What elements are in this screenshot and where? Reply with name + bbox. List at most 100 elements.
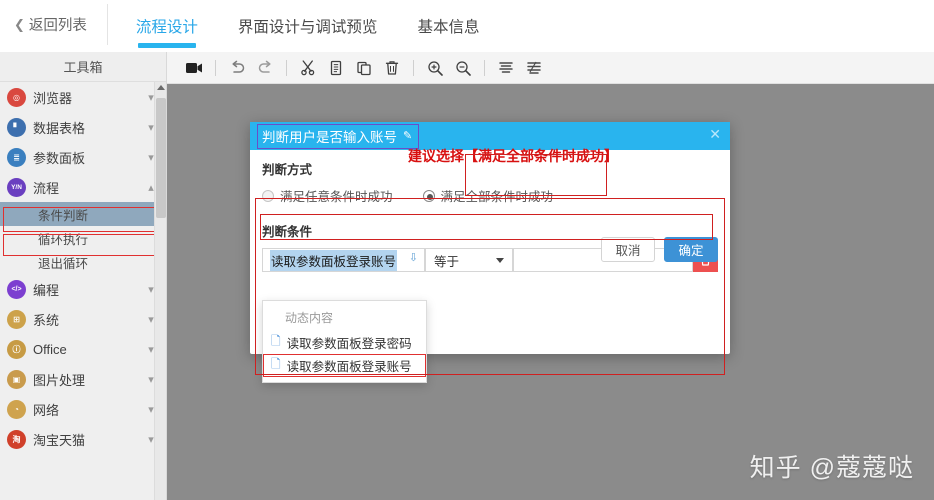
sidebar-item-system[interactable]: ⊞ 系统 ▾ <box>0 304 166 334</box>
sidebar-item-datatable[interactable]: ▘ 数据表格 ▾ <box>0 112 166 142</box>
paste-icon <box>357 61 371 75</box>
zoom-in-icon <box>427 60 443 76</box>
dropdown-item-login-account[interactable]: 🗋 读取参数面板登录账号 <box>263 354 426 377</box>
yes-no-icon: Y/N <box>7 177 26 197</box>
align-top-button[interactable] <box>493 56 519 80</box>
paste-button[interactable] <box>351 56 377 80</box>
confirm-button-label: 确定 <box>678 244 704 258</box>
annotation-text: 建议选择【满足全部条件时成功】 <box>408 149 618 165</box>
radio-any-condition-label: 满足任意条件时成功 <box>280 190 393 204</box>
dropdown-group-label: 动态内容 <box>285 311 334 325</box>
sidebar-scrollbar[interactable] <box>154 82 166 500</box>
sidebar-item-parampanel[interactable]: ≣ 参数面板 ▾ <box>0 142 166 172</box>
sidebar-item-image-processing[interactable]: ▣ 图片处理 ▾ <box>0 364 166 394</box>
sidebar-item-image-processing-label: 图片处理 <box>33 372 86 388</box>
scroll-up-arrow-icon[interactable] <box>157 85 165 90</box>
sidebar-item-programming-label: 编程 <box>33 282 60 298</box>
zoom-out-button[interactable] <box>450 56 476 80</box>
tab-basic-info[interactable]: 基本信息 <box>397 0 499 52</box>
condition-operator-value: 等于 <box>434 254 460 269</box>
canvas-toolbar <box>167 52 934 84</box>
radio-dot-icon <box>262 189 274 202</box>
tab-basic-info-label: 基本信息 <box>417 19 480 36</box>
sidebar-item-programming[interactable]: </> 编程 ▾ <box>0 274 166 304</box>
sidebar-item-flow-label: 流程 <box>33 180 60 196</box>
dropdown-item-login-password-label: 读取参数面板登录密码 <box>286 337 412 351</box>
image-icon: ▣ <box>7 369 26 389</box>
tab-flow-design[interactable]: 流程设计 <box>116 0 218 52</box>
mode-radio-group: 满足任意条件时成功 满足全部条件时成功 <box>262 186 718 205</box>
dropdown-item-login-password[interactable]: 🗋 读取参数面板登录密码 <box>263 331 426 354</box>
sidebar-item-exit-loop-label: 退出循环 <box>38 256 89 271</box>
chevron-left-icon: ❮ <box>14 16 25 32</box>
top-bar: ❮ 返回列表 流程设计 界面设计与调试预览 基本信息 <box>0 0 934 52</box>
sidebar-item-taobao-tmall[interactable]: 淘 淘宝天猫 ▾ <box>0 424 166 454</box>
radio-all-conditions[interactable]: 满足全部条件时成功 <box>422 186 554 205</box>
redo-icon <box>258 60 271 73</box>
panel-icon: ≣ <box>7 147 26 167</box>
sidebar-item-network[interactable]: ◔ 网络 ▾ <box>0 394 166 424</box>
undo-icon <box>231 60 244 73</box>
dialog-footer: 取消 确定 <box>601 237 718 262</box>
align-layer-button[interactable] <box>521 56 547 80</box>
toolbox-title: 工具箱 <box>0 52 166 82</box>
sidebar-item-datatable-label: 数据表格 <box>33 120 86 136</box>
office-icon: ⓘ <box>7 339 26 359</box>
cut-button[interactable] <box>295 56 321 80</box>
radio-dot-icon <box>422 189 435 202</box>
chevron-down-icon[interactable] <box>496 258 504 263</box>
sidebar-item-system-label: 系统 <box>33 312 60 328</box>
sidebar-item-loop-execute-label: 循环执行 <box>38 232 89 247</box>
tab-ui-design-preview[interactable]: 界面设计与调试预览 <box>218 0 398 52</box>
radio-any-condition[interactable]: 满足任意条件时成功 <box>262 186 393 205</box>
sidebar-item-browser[interactable]: ◎ 浏览器 ▾ <box>0 82 166 112</box>
taobao-icon: 淘 <box>7 429 26 449</box>
sidebar-item-condition-judge-label: 条件判断 <box>38 208 89 223</box>
sidebar-item-flow[interactable]: Y/N 流程 ▴ <box>0 172 166 202</box>
dropdown-item-login-account-label: 读取参数面板登录账号 <box>286 360 412 374</box>
delete-button[interactable] <box>379 56 405 80</box>
variable-dropdown: 动态内容 🗋 读取参数面板登录密码 🗋 读取参数面板登录账号 <box>262 300 427 383</box>
network-icon: ◔ <box>7 399 26 419</box>
variable-icon: 🗋 <box>271 357 281 371</box>
back-to-list-label: 返回列表 <box>28 18 87 34</box>
sidebar-item-office[interactable]: ⓘ Office ▾ <box>0 334 166 364</box>
sidebar-item-loop-execute[interactable]: 循环执行 <box>0 226 166 250</box>
chevron-double-down-icon[interactable]: ⇩ <box>409 253 418 264</box>
toolbar-separator <box>413 59 414 76</box>
sidebar-item-exit-loop[interactable]: 退出循环 <box>0 250 166 274</box>
edit-pencil-icon[interactable]: ✎ <box>403 129 412 142</box>
sidebar-item-taobao-tmall-label: 淘宝天猫 <box>33 432 86 448</box>
align-top-icon <box>499 61 513 73</box>
toolbar-separator <box>215 59 216 76</box>
record-button[interactable] <box>181 56 207 80</box>
chart-icon: ▘ <box>7 117 26 137</box>
cancel-button[interactable]: 取消 <box>601 237 655 262</box>
condition-operator-select[interactable]: 等于 <box>425 248 513 272</box>
flow-canvas-area: ▴ ☗ 判断用户是否输入账号 ✎ ✕ 判断方式 建议选择【满足全部条件时成功】 <box>167 52 934 500</box>
sidebar-item-condition-judge[interactable]: 条件判断 <box>0 202 166 226</box>
copy-button[interactable] <box>323 56 349 80</box>
scissors-icon <box>301 59 315 75</box>
radio-all-conditions-label: 满足全部条件时成功 <box>440 190 554 204</box>
toolbar-separator <box>286 59 287 76</box>
sidebar-item-office-label: Office <box>33 341 67 357</box>
compass-icon: ◎ <box>7 87 26 107</box>
sidebar-item-browser-label: 浏览器 <box>33 90 73 106</box>
dialog-title-group: 判断用户是否输入账号 ✎ <box>257 123 420 149</box>
redo-button[interactable] <box>252 56 278 80</box>
tab-ui-design-preview-label: 界面设计与调试预览 <box>237 19 378 36</box>
scrollbar-thumb[interactable] <box>156 98 166 218</box>
back-to-list-button[interactable]: ❮ 返回列表 <box>0 4 108 45</box>
close-icon[interactable]: ✕ <box>709 127 721 141</box>
copy-icon <box>330 60 342 75</box>
canvas-body[interactable]: ▴ ☗ 判断用户是否输入账号 ✎ ✕ 判断方式 建议选择【满足全部条件时成功】 <box>167 84 934 500</box>
undo-button[interactable] <box>224 56 250 80</box>
confirm-button[interactable]: 确定 <box>664 237 718 262</box>
trash-icon <box>385 60 399 75</box>
condition-left-operand-input[interactable]: 读取参数面板登录账号 ⇩ <box>262 248 425 272</box>
zoom-in-button[interactable] <box>422 56 448 80</box>
variable-icon: 🗋 <box>271 334 281 348</box>
align-layer-icon <box>527 61 541 74</box>
tab-bar: 流程设计 界面设计与调试预览 基本信息 <box>116 0 500 52</box>
